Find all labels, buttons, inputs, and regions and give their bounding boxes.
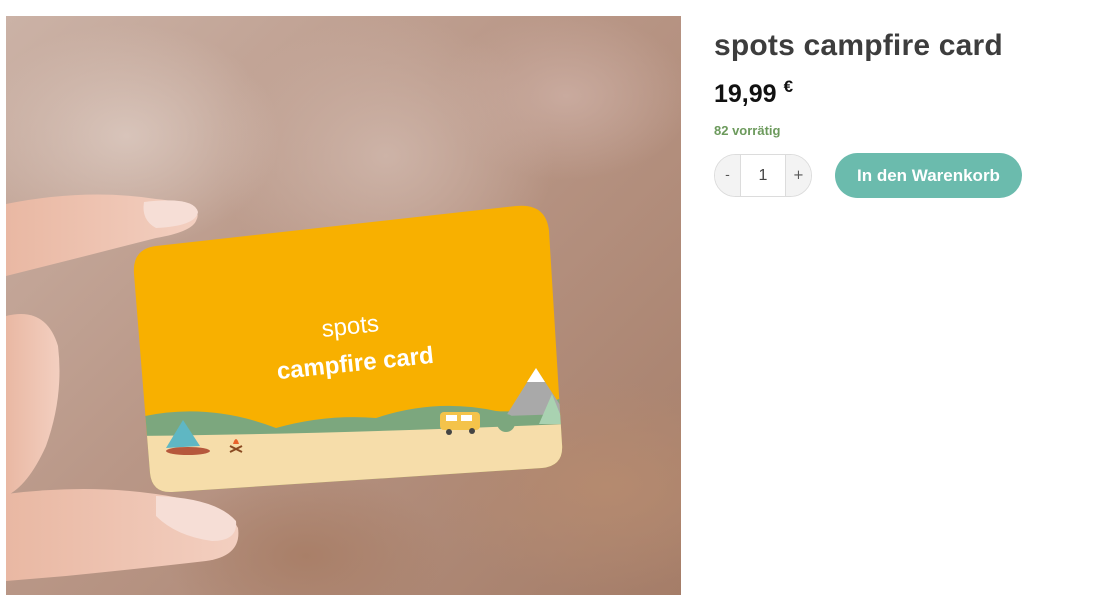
quantity-input[interactable] xyxy=(741,155,785,196)
add-to-cart-form: - + In den Warenkorb xyxy=(714,153,1084,198)
product-photo: spots campfire card xyxy=(6,194,563,581)
quantity-increase-button[interactable]: + xyxy=(785,155,811,196)
add-to-cart-button[interactable]: In den Warenkorb xyxy=(835,153,1022,198)
stock-status: 82 vorrätig xyxy=(714,123,781,138)
quantity-stepper: - + xyxy=(714,154,812,197)
product-summary: spots campfire card 19,99 € 82 vorrätig … xyxy=(714,26,1084,198)
price: 19,99 € xyxy=(714,77,1084,109)
product-card: spots campfire card xyxy=(133,205,563,493)
price-currency: € xyxy=(783,77,794,96)
quantity-decrease-button[interactable]: - xyxy=(715,155,741,196)
price-amount: 19,99 xyxy=(714,80,777,108)
product-title: spots campfire card xyxy=(714,29,1003,62)
product-image[interactable]: spots campfire card xyxy=(6,16,681,595)
